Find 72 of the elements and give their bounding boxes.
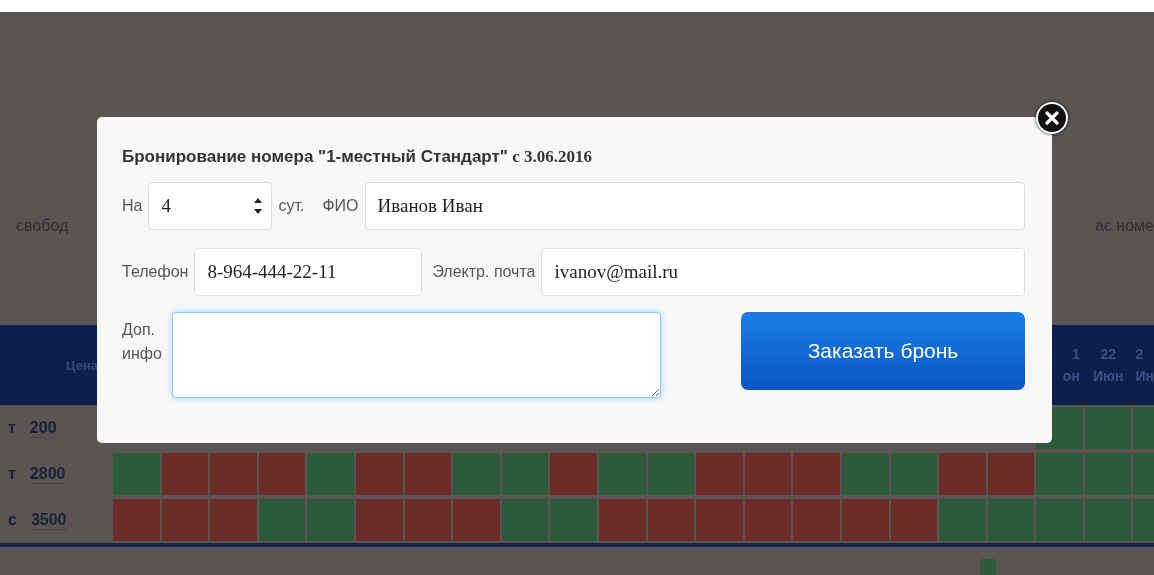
availability-cell[interactable] (113, 453, 160, 495)
field-label: На (122, 197, 143, 215)
info-field[interactable] (171, 312, 661, 398)
availability-cell[interactable] (501, 499, 549, 541)
availability-cell[interactable] (404, 453, 452, 495)
availability-cell[interactable] (793, 499, 840, 541)
dialog-title: Бронирование номера "1-местный Стандарт" с 3.06.2016 (122, 147, 593, 167)
price: 200 (29, 418, 57, 438)
date-header: 2 (1135, 346, 1144, 362)
availability-cell[interactable] (161, 453, 209, 495)
availability-cell[interactable] (939, 499, 986, 541)
availability-cell[interactable] (987, 453, 1035, 495)
field-label: Электр. почта (432, 263, 536, 281)
name-field[interactable]: Иванов Иван (364, 182, 1025, 230)
availability-cell[interactable] (307, 499, 354, 541)
availability-cell[interactable] (307, 453, 354, 495)
availability-cell[interactable] (258, 499, 306, 541)
room-label: т (8, 419, 16, 437)
availability-cell[interactable] (1036, 453, 1083, 495)
availability-cell[interactable] (113, 499, 160, 541)
availability-cell[interactable] (453, 499, 500, 541)
field-label: Доп. (122, 320, 157, 340)
date-header: он (1062, 368, 1080, 384)
availability-cell[interactable] (355, 499, 403, 541)
availability-cell[interactable] (598, 499, 646, 541)
availability-cell[interactable] (744, 499, 792, 541)
price: 2800 (29, 464, 66, 484)
availability-cell[interactable] (696, 499, 743, 541)
availability-cell[interactable] (1084, 499, 1132, 541)
date-header: Июн (1092, 368, 1124, 384)
availability-cell[interactable] (647, 453, 695, 495)
spinner-icon[interactable] (254, 197, 263, 215)
availability-cell[interactable] (1036, 499, 1083, 541)
date-header: Ин (1135, 368, 1154, 384)
close-icon (1045, 111, 1059, 125)
room-label: с (8, 511, 17, 529)
price: 3500 (30, 510, 67, 530)
availability-cell[interactable] (744, 453, 792, 495)
room-label: т (8, 465, 16, 483)
availability-cell[interactable] (598, 453, 646, 495)
availability-cell[interactable] (793, 453, 840, 495)
field-label: ФИО (322, 197, 359, 215)
availability-cell[interactable] (890, 453, 938, 495)
availability-cell[interactable] (890, 499, 938, 541)
availability-cell[interactable] (647, 499, 695, 541)
availability-cell[interactable] (550, 453, 597, 495)
availability-cell[interactable] (1084, 407, 1132, 449)
availability-cell[interactable] (355, 453, 403, 495)
availability-cell[interactable] (939, 453, 986, 495)
submit-button[interactable]: Заказать бронь (741, 312, 1025, 390)
availability-cell[interactable] (210, 453, 257, 495)
unit-label: сут. (278, 197, 305, 215)
nights-field[interactable]: 4 (148, 182, 273, 230)
availability-cell[interactable] (550, 499, 597, 541)
availability-cell[interactable] (501, 453, 549, 495)
field-label: инфо (122, 344, 162, 364)
availability-cell[interactable] (210, 499, 257, 541)
availability-cell[interactable] (404, 499, 452, 541)
availability-cell[interactable] (1084, 453, 1132, 495)
date-header: 22 (1100, 346, 1116, 362)
availability-cell[interactable] (161, 499, 209, 541)
availability-cell[interactable] (841, 499, 889, 541)
availability-cell[interactable] (258, 453, 306, 495)
date-header: 1 (1072, 346, 1080, 362)
availability-cell[interactable] (453, 453, 500, 495)
email-field[interactable]: ivanov@mail.ru (541, 248, 1025, 296)
availability-cell[interactable] (696, 453, 743, 495)
availability-cell[interactable] (987, 499, 1035, 541)
legend-swatch (980, 559, 996, 575)
phone-field[interactable]: 8-964-444-22-11 (194, 248, 423, 296)
availability-cell[interactable] (841, 453, 889, 495)
field-label: Телефон (122, 263, 189, 281)
